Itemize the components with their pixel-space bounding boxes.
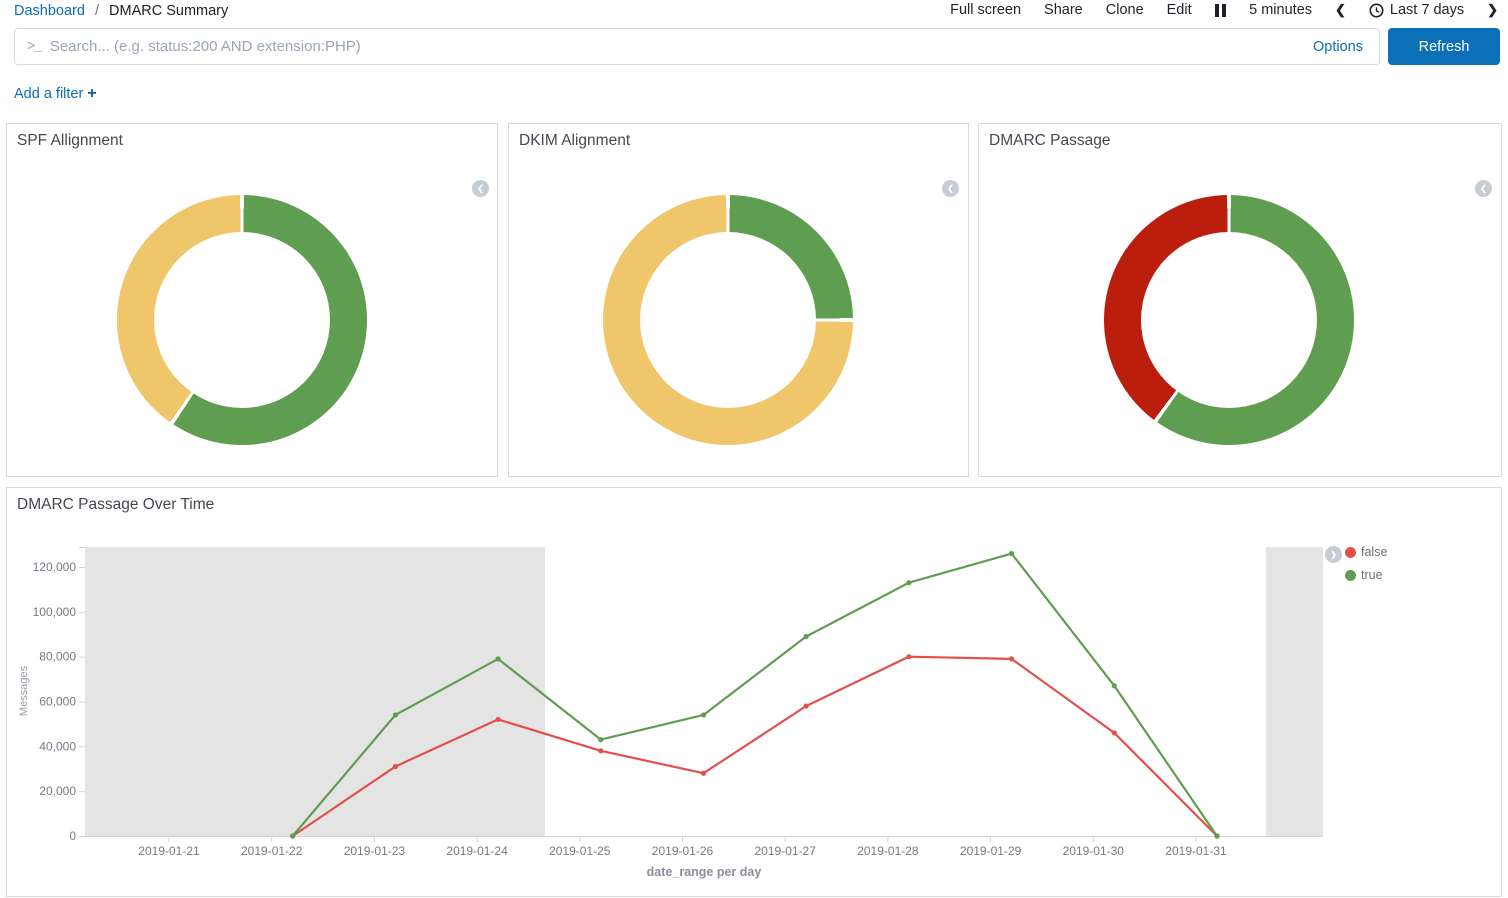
dkim-donut-chart[interactable] (603, 195, 853, 445)
clock-icon (1369, 3, 1384, 18)
data-point-true[interactable] (701, 712, 706, 717)
nav-actions: Full screen Share Clone Edit 5 minutes ❮… (950, 2, 1498, 18)
legend-collapse-icon[interactable]: ❮ (1475, 180, 1492, 197)
svg-text:0: 0 (69, 829, 76, 843)
legend-item-false[interactable]: false (1345, 545, 1387, 559)
panel-spf-alignment: SPF Allignment ❮ (6, 123, 498, 477)
spf-donut-chart[interactable] (117, 195, 367, 445)
add-filter-link[interactable]: Add a filter+ (14, 85, 97, 103)
svg-text:20,000: 20,000 (39, 784, 76, 798)
breadcrumb-dashboard-link[interactable]: Dashboard (14, 3, 85, 19)
svg-text:date_range per day: date_range per day (647, 865, 762, 879)
chevron-right-icon[interactable]: ❯ (1487, 2, 1498, 18)
legend-collapse-icon[interactable]: ❮ (472, 180, 489, 197)
chevron-left-icon[interactable]: ❮ (1335, 2, 1346, 18)
data-point-false[interactable] (906, 654, 911, 659)
svg-text:2019-01-31: 2019-01-31 (1165, 844, 1227, 858)
plus-icon: + (87, 85, 96, 102)
true-series-dot-icon (1345, 570, 1356, 581)
donut-hole (640, 232, 816, 408)
chart-legend: false true (1345, 545, 1387, 582)
svg-text:2019-01-26: 2019-01-26 (652, 844, 714, 858)
donut-hole (1141, 232, 1317, 408)
time-range-label: Last 7 days (1390, 2, 1464, 18)
data-point-false[interactable] (804, 703, 809, 708)
data-point-true[interactable] (598, 737, 603, 742)
pause-icon[interactable] (1215, 4, 1227, 17)
false-series-dot-icon (1345, 547, 1356, 558)
svg-text:120,000: 120,000 (33, 560, 77, 574)
svg-text:2019-01-27: 2019-01-27 (755, 844, 817, 858)
fullscreen-button[interactable]: Full screen (950, 2, 1021, 18)
add-filter-label: Add a filter (14, 86, 83, 102)
edit-button[interactable]: Edit (1167, 2, 1192, 18)
options-link[interactable]: Options (1313, 39, 1363, 55)
svg-text:40,000: 40,000 (39, 739, 76, 753)
search-input[interactable] (50, 38, 1297, 55)
query-prompt-icon: >_ (27, 39, 40, 55)
page-title: DMARC Summary (109, 3, 228, 19)
time-range-shading (85, 547, 545, 836)
breadcrumb-separator: / (95, 3, 99, 19)
svg-text:2019-01-30: 2019-01-30 (1063, 844, 1125, 858)
svg-text:2019-01-22: 2019-01-22 (241, 844, 303, 858)
breadcrumb: Dashboard / DMARC Summary (14, 3, 228, 19)
search-bar: >_ Options (14, 28, 1380, 65)
svg-text:Messages: Messages (18, 665, 30, 716)
clone-button[interactable]: Clone (1106, 2, 1144, 18)
panel-dmarc-passage-over-time: DMARC Passage Over Time 2019-01-212019-0… (6, 487, 1502, 897)
legend-collapse-icon[interactable]: ❮ (942, 180, 959, 197)
data-point-true[interactable] (906, 580, 911, 585)
panel-title: DMARC Passage (989, 132, 1110, 150)
data-point-false[interactable] (701, 771, 706, 776)
time-range-shading (1266, 547, 1323, 836)
panel-title: DKIM Alignment (519, 132, 630, 150)
top-navigation-bar: Dashboard / DMARC Summary Full screen Sh… (0, 0, 1508, 24)
svg-text:2019-01-29: 2019-01-29 (960, 844, 1022, 858)
data-point-true[interactable] (496, 656, 501, 661)
data-point-false[interactable] (1009, 656, 1014, 661)
panel-dkim-alignment: DKIM Alignment ❮ (508, 123, 969, 477)
svg-text:2019-01-24: 2019-01-24 (446, 844, 508, 858)
svg-text:2019-01-28: 2019-01-28 (857, 844, 919, 858)
refresh-button[interactable]: Refresh (1388, 28, 1500, 65)
data-point-true[interactable] (1009, 551, 1014, 556)
data-point-true[interactable] (290, 833, 295, 838)
data-point-true[interactable] (1214, 833, 1219, 838)
svg-text:60,000: 60,000 (39, 695, 76, 709)
legend-label: false (1361, 545, 1387, 559)
data-point-true[interactable] (393, 712, 398, 717)
svg-text:100,000: 100,000 (33, 605, 77, 619)
time-range-picker[interactable]: Last 7 days (1369, 2, 1464, 18)
share-button[interactable]: Share (1044, 2, 1083, 18)
svg-text:80,000: 80,000 (39, 650, 76, 664)
data-point-false[interactable] (598, 748, 603, 753)
refresh-interval-button[interactable]: 5 minutes (1249, 2, 1312, 18)
data-point-false[interactable] (1112, 730, 1117, 735)
donut-hole (154, 232, 330, 408)
svg-text:2019-01-25: 2019-01-25 (549, 844, 611, 858)
data-point-false[interactable] (496, 717, 501, 722)
legend-item-true[interactable]: true (1345, 568, 1387, 582)
legend-expand-icon[interactable]: ❯ (1325, 546, 1342, 563)
dmarc-over-time-line-chart[interactable]: 2019-01-21 2019-01-22 2019-01-23 2019-01-24… (7, 488, 1501, 896)
svg-text:2019-01-23: 2019-01-23 (344, 844, 406, 858)
data-point-true[interactable] (804, 634, 809, 639)
panel-title: SPF Allignment (17, 132, 123, 150)
data-point-false[interactable] (393, 764, 398, 769)
svg-text:2019-01-21: 2019-01-21 (138, 844, 200, 858)
legend-label: true (1361, 568, 1383, 582)
dmarc-donut-chart[interactable] (1104, 195, 1354, 445)
panel-dmarc-passage: DMARC Passage ❮ (978, 123, 1502, 477)
data-point-true[interactable] (1112, 683, 1117, 688)
